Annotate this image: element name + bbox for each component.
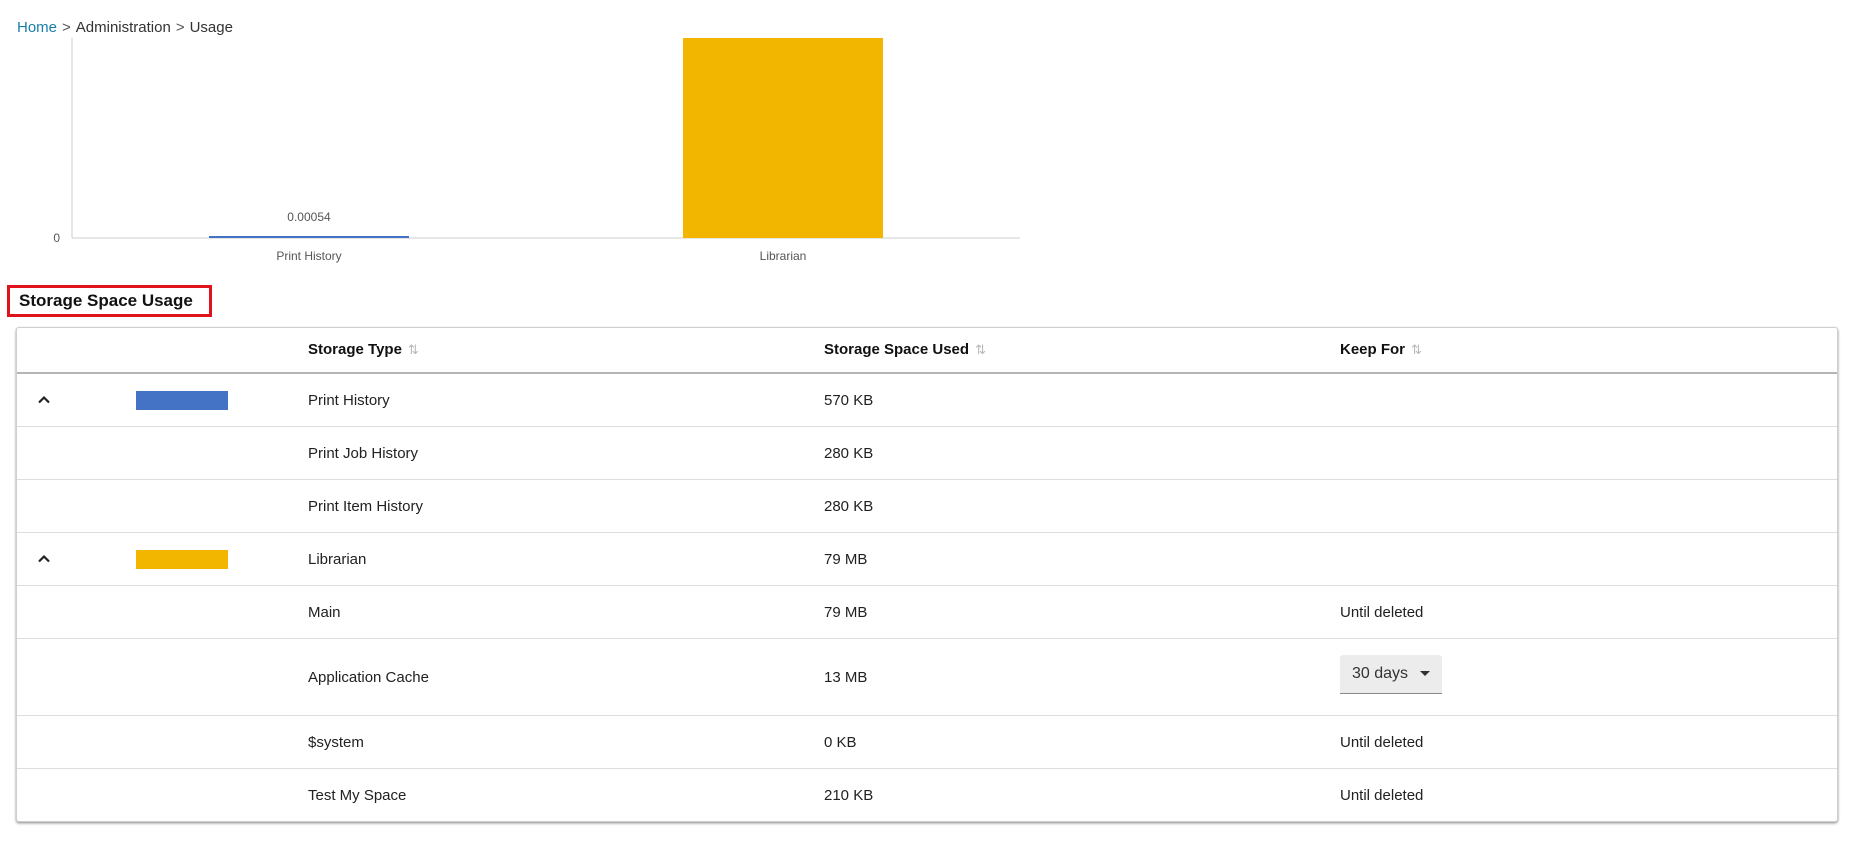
color-swatch-cell — [136, 533, 228, 585]
keep-for-cell: Until deleted — [1340, 603, 1424, 621]
table-row: Application Cache 13 MB 30 days — [17, 639, 1837, 716]
storage-used-cell: 13 MB — [824, 668, 868, 686]
storage-usage-table: Storage Type ⇅ Storage Space Used ⇅ Keep F… — [16, 327, 1838, 822]
chevron-up-icon[interactable] — [35, 550, 53, 568]
table-row: Test My Space 210 KB Until deleted — [17, 769, 1837, 822]
storage-used-cell: 280 KB — [824, 497, 874, 515]
storage-used-cell: 79 MB — [824, 603, 868, 621]
sort-icon[interactable]: ⇅ — [408, 342, 419, 357]
table-row: Print Job History 280 KB — [17, 427, 1837, 480]
x-tick-label: Print History — [276, 249, 341, 263]
storage-used-cell: 79 MB — [824, 550, 868, 568]
keep-for-select[interactable]: 30 days — [1340, 654, 1443, 694]
sort-icon[interactable]: ⇅ — [975, 342, 986, 357]
x-tick-label: Librarian — [760, 249, 807, 263]
table-row-group-librarian: Librarian 79 MB — [17, 533, 1837, 586]
collapse-toggle[interactable] — [29, 374, 59, 426]
table-row: Main 79 MB Until deleted — [17, 586, 1837, 639]
y-tick-label: 0 — [53, 231, 60, 245]
storage-type-cell: Print History — [308, 391, 390, 409]
storage-type-cell: Librarian — [308, 550, 367, 568]
keep-for-cell: Until deleted — [1340, 733, 1424, 751]
storage-used-cell: 0 KB — [824, 733, 857, 751]
storage-bar-chart: 0 Print History 0.00054 Librarian — [53, 38, 1020, 263]
keep-for-cell: Until deleted — [1340, 787, 1424, 804]
table-row-group-print-history: Print History 570 KB — [17, 374, 1837, 427]
keep-for-select-value: 30 days — [1352, 664, 1409, 682]
column-header-storage-space-used[interactable]: Storage Space Used ⇅ — [824, 328, 986, 372]
bar — [209, 236, 409, 238]
table-header: Storage Type ⇅ Storage Space Used ⇅ Keep F… — [17, 328, 1837, 374]
storage-type-cell: Print Item History — [308, 497, 424, 515]
column-header-label: Storage Space Used — [824, 341, 970, 358]
storage-type-cell: Main — [308, 603, 341, 621]
column-header-label: Storage Type — [308, 341, 402, 358]
collapse-toggle[interactable] — [29, 533, 59, 585]
color-swatch — [136, 390, 228, 410]
color-swatch — [136, 549, 228, 569]
column-header-keep-for[interactable]: Keep For ⇅ — [1340, 328, 1422, 372]
chevron-up-icon[interactable] — [35, 391, 53, 409]
storage-type-cell: Print Job History — [308, 444, 419, 462]
keep-for-cell: 30 days — [1340, 639, 1443, 715]
caret-down-icon — [1420, 671, 1431, 676]
section-title: Storage Space Usage — [7, 285, 212, 317]
storage-used-cell: 280 KB — [824, 444, 874, 462]
storage-type-cell: Test My Space — [308, 787, 407, 804]
storage-used-cell: 570 KB — [824, 391, 874, 409]
table-row: Print Item History 280 KB — [17, 480, 1837, 533]
color-swatch-cell — [136, 374, 228, 426]
storage-used-cell: 210 KB — [824, 787, 874, 804]
column-header-label: Keep For — [1340, 341, 1406, 358]
column-header-storage-type[interactable]: Storage Type ⇅ — [308, 328, 419, 372]
storage-type-cell: $system — [308, 733, 364, 751]
storage-type-cell: Application Cache — [308, 668, 429, 686]
table-row: $system 0 KB Until deleted — [17, 716, 1837, 769]
data-label: 0.00054 — [287, 210, 331, 224]
sort-icon[interactable]: ⇅ — [1411, 342, 1422, 357]
bar — [683, 38, 883, 238]
